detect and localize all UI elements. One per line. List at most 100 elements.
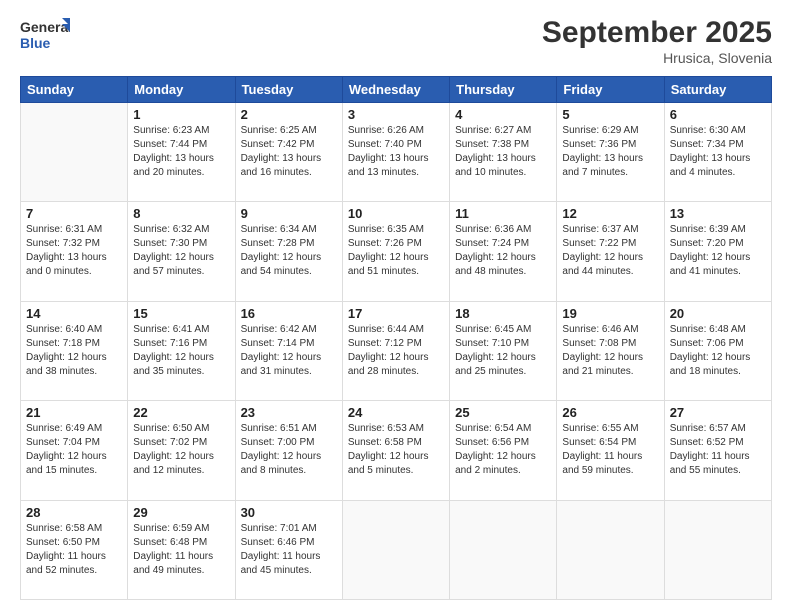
day-info: Sunrise: 6:44 AM Sunset: 7:12 PM Dayligh… [348, 323, 444, 379]
day-info: Sunrise: 6:29 AM Sunset: 7:36 PM Dayligh… [562, 124, 658, 180]
day-number: 27 [670, 405, 766, 420]
day-info: Sunrise: 6:45 AM Sunset: 7:10 PM Dayligh… [455, 323, 551, 379]
day-number: 24 [348, 405, 444, 420]
day-number: 21 [26, 405, 122, 420]
day-number: 5 [562, 107, 658, 122]
table-row: 15Sunrise: 6:41 AM Sunset: 7:16 PM Dayli… [128, 301, 235, 400]
table-row: 14 Sunrise: 6:40 AM Sunset: 7:18 PM Dayli… [21, 301, 128, 400]
table-row: 12 Sunrise: 6:37 AM Sunset: 7:22 PM Dayli… [557, 202, 664, 301]
calendar-week-row: 1 Sunrise: 6:23 AM Sunset: 7:44 PM Daylig… [21, 103, 772, 202]
header-tuesday: Tuesday [235, 77, 342, 103]
header-saturday: Saturday [664, 77, 771, 103]
calendar-week-row: 28Sunrise: 6:58 AM Sunset: 6:50 PM Dayli… [21, 500, 772, 599]
day-info: Sunrise: 6:55 AM Sunset: 6:54 PM Dayligh… [562, 422, 658, 478]
logo: General Blue [20, 16, 70, 54]
day-number: 7 [26, 206, 122, 221]
day-number: 13 [670, 206, 766, 221]
day-number: 10 [348, 206, 444, 221]
day-info: Sunrise: 6:51 AM Sunset: 7:00 PM Dayligh… [241, 422, 337, 478]
page-header: General Blue September 2025 Hrusica, Slo… [20, 16, 772, 66]
calendar-week-row: 14 Sunrise: 6:40 AM Sunset: 7:18 PM Dayli… [21, 301, 772, 400]
svg-text:General: General [20, 19, 70, 35]
table-row: 27 Sunrise: 6:57 AM Sunset: 6:52 PM Dayli… [664, 401, 771, 500]
day-info: Sunrise: 6:53 AM Sunset: 6:58 PM Dayligh… [348, 422, 444, 478]
calendar-table: Sunday Monday Tuesday Wednesday Thursday… [20, 76, 772, 600]
day-info: Sunrise: 6:27 AM Sunset: 7:38 PM Dayligh… [455, 124, 551, 180]
table-row: 25 Sunrise: 6:54 AM Sunset: 6:56 PM Dayli… [450, 401, 557, 500]
day-info: Sunrise: 6:49 AM Sunset: 7:04 PM Dayligh… [26, 422, 122, 478]
day-number: 22 [133, 405, 229, 420]
table-row [557, 500, 664, 599]
day-number: 25 [455, 405, 551, 420]
day-info: Sunrise: 6:54 AM Sunset: 6:56 PM Dayligh… [455, 422, 551, 478]
table-row: 24 Sunrise: 6:53 AM Sunset: 6:58 PM Dayli… [342, 401, 449, 500]
day-info: Sunrise: 6:42 AM Sunset: 7:14 PM Dayligh… [241, 323, 337, 379]
table-row: 8 Sunrise: 6:32 AM Sunset: 7:30 PM Daylig… [128, 202, 235, 301]
month-title: September 2025 [542, 16, 772, 50]
table-row: 11Sunrise: 6:36 AM Sunset: 7:24 PM Dayli… [450, 202, 557, 301]
day-number: 11 [455, 206, 551, 221]
day-info: Sunrise: 6:40 AM Sunset: 7:18 PM Dayligh… [26, 323, 122, 379]
table-row: 26 Sunrise: 6:55 AM Sunset: 6:54 PM Dayli… [557, 401, 664, 500]
day-info: Sunrise: 6:37 AM Sunset: 7:22 PM Dayligh… [562, 223, 658, 279]
table-row: 4 Sunrise: 6:27 AM Sunset: 7:38 PM Daylig… [450, 103, 557, 202]
day-info: Sunrise: 6:58 AM Sunset: 6:50 PM Dayligh… [26, 522, 122, 578]
day-number: 15 [133, 306, 229, 321]
day-number: 12 [562, 206, 658, 221]
table-row: 2 Sunrise: 6:25 AM Sunset: 7:42 PM Daylig… [235, 103, 342, 202]
table-row: 22 Sunrise: 6:50 AM Sunset: 7:02 PM Dayli… [128, 401, 235, 500]
day-info: Sunrise: 6:26 AM Sunset: 7:40 PM Dayligh… [348, 124, 444, 180]
table-row: 23 Sunrise: 6:51 AM Sunset: 7:00 PM Dayli… [235, 401, 342, 500]
day-info: Sunrise: 6:34 AM Sunset: 7:28 PM Dayligh… [241, 223, 337, 279]
calendar-week-row: 7Sunrise: 6:31 AM Sunset: 7:32 PM Daylig… [21, 202, 772, 301]
day-number: 8 [133, 206, 229, 221]
header-thursday: Thursday [450, 77, 557, 103]
day-number: 26 [562, 405, 658, 420]
table-row: 10 Sunrise: 6:35 AM Sunset: 7:26 PM Dayli… [342, 202, 449, 301]
table-row: 7Sunrise: 6:31 AM Sunset: 7:32 PM Daylig… [21, 202, 128, 301]
table-row: 20 Sunrise: 6:48 AM Sunset: 7:06 PM Dayli… [664, 301, 771, 400]
day-number: 19 [562, 306, 658, 321]
table-row: 16Sunrise: 6:42 AM Sunset: 7:14 PM Dayli… [235, 301, 342, 400]
day-number: 20 [670, 306, 766, 321]
table-row: 19 Sunrise: 6:46 AM Sunset: 7:08 PM Dayli… [557, 301, 664, 400]
day-number: 4 [455, 107, 551, 122]
day-number: 3 [348, 107, 444, 122]
day-number: 2 [241, 107, 337, 122]
day-info: Sunrise: 6:59 AM Sunset: 6:48 PM Dayligh… [133, 522, 229, 578]
day-number: 14 [26, 306, 122, 321]
day-info: Sunrise: 6:35 AM Sunset: 7:26 PM Dayligh… [348, 223, 444, 279]
day-info: Sunrise: 6:50 AM Sunset: 7:02 PM Dayligh… [133, 422, 229, 478]
logo-svg: General Blue [20, 16, 70, 54]
location: Hrusica, Slovenia [542, 50, 772, 66]
header-sunday: Sunday [21, 77, 128, 103]
table-row: 28Sunrise: 6:58 AM Sunset: 6:50 PM Dayli… [21, 500, 128, 599]
table-row: 3 Sunrise: 6:26 AM Sunset: 7:40 PM Daylig… [342, 103, 449, 202]
day-number: 1 [133, 107, 229, 122]
calendar-week-row: 21 Sunrise: 6:49 AM Sunset: 7:04 PM Dayli… [21, 401, 772, 500]
day-info: Sunrise: 6:48 AM Sunset: 7:06 PM Dayligh… [670, 323, 766, 379]
table-row: 18 Sunrise: 6:45 AM Sunset: 7:10 PM Dayli… [450, 301, 557, 400]
table-row: 6Sunrise: 6:30 AM Sunset: 7:34 PM Daylig… [664, 103, 771, 202]
day-info: Sunrise: 6:39 AM Sunset: 7:20 PM Dayligh… [670, 223, 766, 279]
day-info: Sunrise: 6:25 AM Sunset: 7:42 PM Dayligh… [241, 124, 337, 180]
day-number: 29 [133, 505, 229, 520]
table-row: 13 Sunrise: 6:39 AM Sunset: 7:20 PM Dayli… [664, 202, 771, 301]
day-number: 23 [241, 405, 337, 420]
table-row: 21 Sunrise: 6:49 AM Sunset: 7:04 PM Dayli… [21, 401, 128, 500]
table-row: 30Sunrise: 7:01 AM Sunset: 6:46 PM Dayli… [235, 500, 342, 599]
table-row [21, 103, 128, 202]
day-info: Sunrise: 6:57 AM Sunset: 6:52 PM Dayligh… [670, 422, 766, 478]
header-monday: Monday [128, 77, 235, 103]
day-info: Sunrise: 6:32 AM Sunset: 7:30 PM Dayligh… [133, 223, 229, 279]
table-row: 5 Sunrise: 6:29 AM Sunset: 7:36 PM Daylig… [557, 103, 664, 202]
day-info: Sunrise: 6:23 AM Sunset: 7:44 PM Dayligh… [133, 124, 229, 180]
svg-text:Blue: Blue [20, 35, 51, 51]
table-row: 29 Sunrise: 6:59 AM Sunset: 6:48 PM Dayli… [128, 500, 235, 599]
day-number: 17 [348, 306, 444, 321]
table-row [342, 500, 449, 599]
day-number: 6 [670, 107, 766, 122]
day-info: Sunrise: 6:46 AM Sunset: 7:08 PM Dayligh… [562, 323, 658, 379]
day-number: 18 [455, 306, 551, 321]
header-wednesday: Wednesday [342, 77, 449, 103]
